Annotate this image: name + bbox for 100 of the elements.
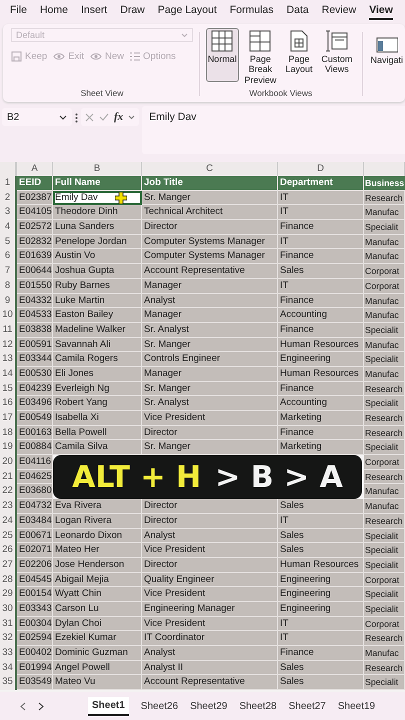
table-cell: E04625: [17, 470, 53, 484]
eye-icon: [90, 52, 102, 61]
ribbon-tab[interactable]: Review: [322, 2, 356, 20]
custom-views-button[interactable]: Custom Views: [318, 28, 356, 82]
sheet-tab[interactable]: Sheet27: [288, 698, 326, 714]
ribbon-tab[interactable]: View: [369, 2, 393, 20]
table-cell: Vice President: [142, 411, 278, 426]
table-cell: Research: [364, 660, 405, 676]
table-cell: Sr. Manger: [142, 382, 278, 396]
ribbon-tab[interactable]: Draw: [120, 2, 145, 20]
table-cell: E04239: [17, 382, 53, 396]
ribbon-tab[interactable]: Home: [40, 2, 68, 20]
table-cell: E02387: [17, 190, 53, 206]
sheet-tab[interactable]: Sheet29: [190, 698, 228, 714]
ribbon-tab[interactable]: Formulas: [230, 2, 274, 20]
table-cell: Manufac: [364, 338, 405, 352]
ribbon-tab[interactable]: File: [10, 2, 27, 20]
table-cell: E03484: [17, 514, 53, 528]
table-cell: Jose Henderson: [53, 558, 142, 573]
row-number: 4: [0, 220, 17, 235]
name-box[interactable]: B2: [2, 108, 72, 126]
row-number: 30: [0, 602, 17, 617]
row-number: 20: [0, 455, 17, 470]
ribbon-tab[interactable]: Insert: [80, 2, 108, 20]
row-number: 3: [0, 205, 17, 220]
table-cell: E02832: [17, 234, 53, 250]
table-cell: Corporat: [364, 278, 405, 294]
table-cell: E01994: [17, 660, 53, 676]
table-cell: IT: [278, 514, 364, 528]
sheet-tab[interactable]: Sheet19: [338, 698, 376, 714]
check-icon[interactable]: [99, 113, 109, 121]
table-cell: Research: [364, 190, 405, 206]
row-number: 23: [0, 499, 17, 514]
row-number: 16: [0, 396, 17, 411]
chevron-icon: [181, 32, 188, 38]
table-cell: Robert Yang: [53, 396, 142, 411]
ribbon-tab[interactable]: Page Layout: [158, 2, 217, 20]
table-cell: Luna Sanders: [53, 220, 142, 235]
row-number: 22: [0, 484, 17, 500]
header-cell: Department: [278, 176, 364, 191]
table-cell: Camila Silva: [53, 440, 142, 456]
table-cell: Vice President: [142, 543, 278, 558]
sheet-tab[interactable]: Sheet28: [239, 698, 277, 714]
previous-icon[interactable]: [20, 702, 26, 710]
table-cell: Specialit: [364, 558, 405, 573]
ribbon-tab[interactable]: Data: [286, 2, 309, 20]
table-cell: Analyst: [142, 528, 278, 544]
row-number: 13: [0, 352, 17, 367]
table-cell: E03496: [17, 396, 53, 411]
table-cell: Engineering: [278, 572, 364, 588]
table-cell: Manufac: [364, 366, 405, 382]
table-cell: Dominic Guzman: [53, 646, 142, 661]
page-break-preview-button[interactable]: Page Break Preview: [240, 28, 280, 82]
row-number: 34: [0, 660, 17, 676]
formula-input[interactable]: Emily Dav: [142, 106, 405, 154]
sheet-tab[interactable]: Sheet1: [88, 696, 129, 716]
table-cell: Specialit: [364, 440, 405, 456]
sheet-tab[interactable]: Sheet26: [140, 698, 178, 714]
table-cell: E03838: [17, 322, 53, 338]
row-number: 9: [0, 294, 17, 308]
row-number: 11: [0, 322, 17, 338]
row-number: 5: [0, 234, 17, 250]
table-cell: Manager: [142, 278, 278, 294]
table-cell: E00671: [17, 528, 53, 544]
chevron-icon: [128, 114, 136, 120]
header-cell: Full Name: [53, 176, 142, 191]
table-cell: Luke Martin: [53, 294, 142, 308]
table-cell: Camila Rogers: [53, 352, 142, 367]
table-cell: Account Representative: [142, 675, 278, 690]
normal-view-button[interactable]: Normal: [206, 28, 239, 82]
header-cell: Job Title: [142, 176, 278, 191]
table-cell: E00304: [17, 616, 53, 632]
insert-function-button[interactable]: fx: [114, 111, 124, 123]
page-layout-button[interactable]: Page Layout: [282, 28, 316, 82]
table-cell: Specialit: [364, 675, 405, 690]
row-number: 26: [0, 543, 17, 558]
next-icon[interactable]: [38, 702, 44, 710]
row-number: 1: [0, 176, 17, 191]
table-cell: Quality Engineer: [142, 572, 278, 588]
table-cell: Sales: [278, 675, 364, 690]
table-cell: Joshua Gupta: [53, 264, 142, 279]
table-cell: Technical Architect: [142, 205, 278, 220]
header-cell: Business: [364, 176, 405, 191]
table-cell: Director: [142, 499, 278, 514]
table-cell: Vice President: [142, 616, 278, 632]
table-cell: Engineering: [278, 602, 364, 617]
table-cell: E01550: [17, 278, 53, 294]
row-number: 28: [0, 572, 17, 588]
table-cell: Theodore Dinh: [53, 205, 142, 220]
table-cell: Corporat: [364, 264, 405, 279]
table-cell: E00591: [17, 338, 53, 352]
row-number: 25: [0, 528, 17, 544]
row-number: 17: [0, 411, 17, 426]
table-cell: Sales: [278, 660, 364, 676]
table-cell: Account Representative: [142, 264, 278, 279]
navigation-button[interactable]: Navigati: [368, 28, 405, 82]
table-cell: Sr. Manger: [142, 440, 278, 456]
table-cell: E00154: [17, 587, 53, 602]
group-label: Sheet View: [80, 88, 124, 98]
eye-icon: [53, 52, 66, 61]
